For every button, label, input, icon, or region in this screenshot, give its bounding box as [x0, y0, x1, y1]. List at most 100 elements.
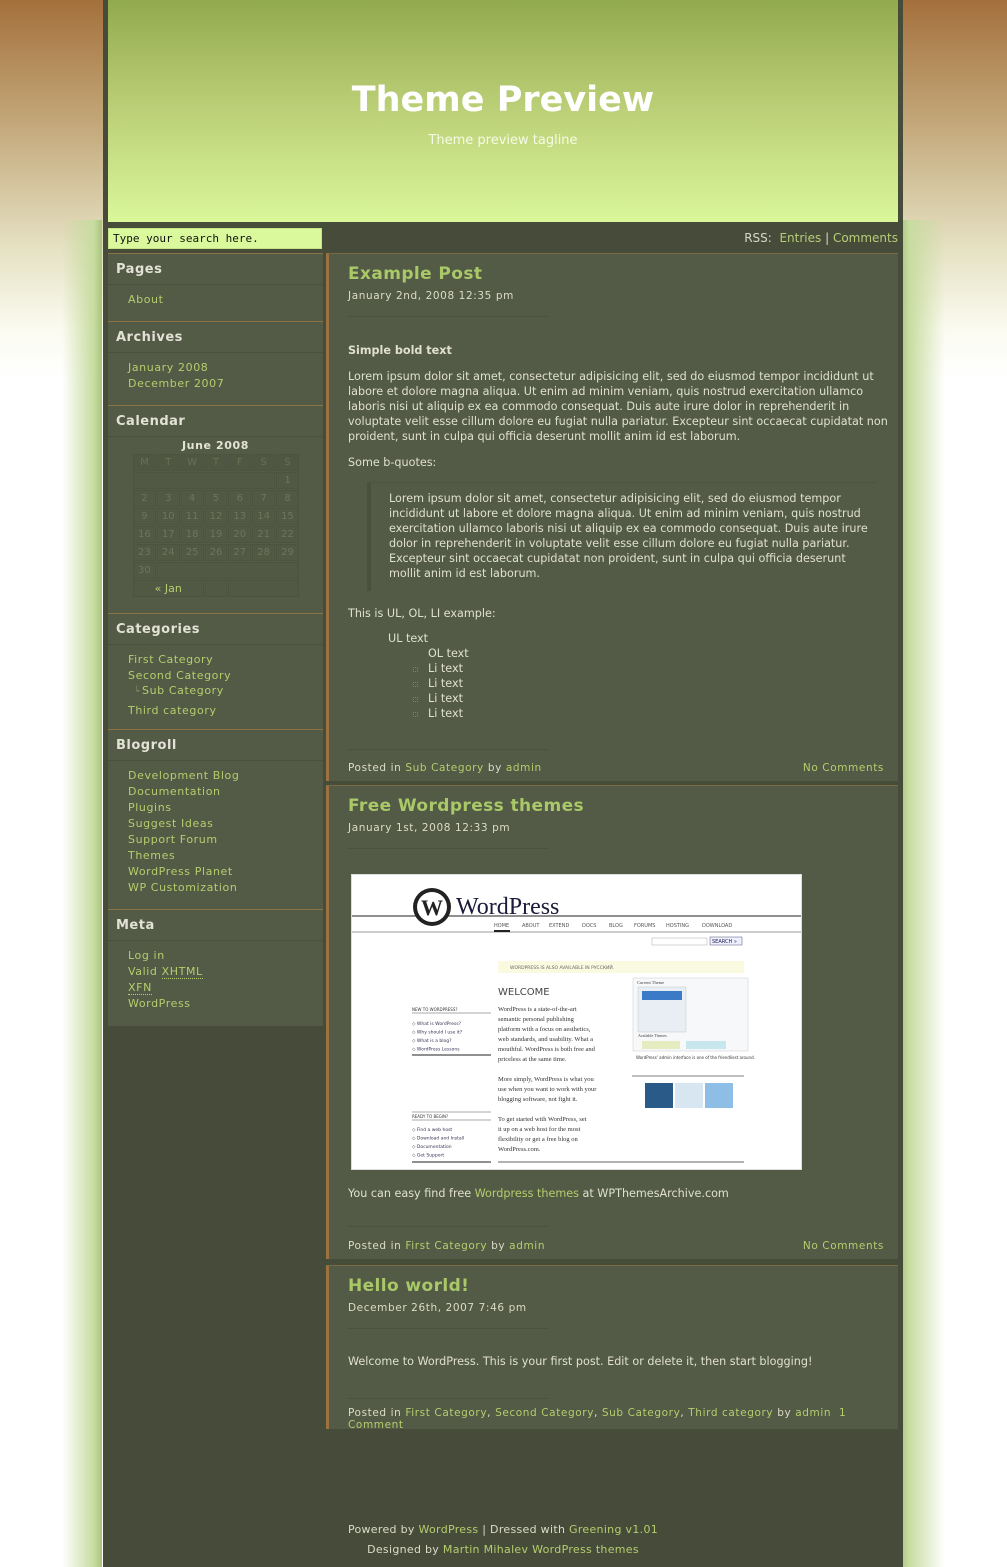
- by-label: by: [777, 1407, 792, 1419]
- shot-list-item: ◇ Why should I use it?: [412, 1030, 463, 1036]
- blogroll-link[interactable]: Suggest Ideas: [128, 817, 214, 830]
- calendar-day: 20: [228, 526, 252, 543]
- blockquote: Lorem ipsum dolor sit amet, consectetur …: [367, 482, 877, 591]
- footer-designer-link[interactable]: Martin Mihalev WordPress themes: [443, 1543, 639, 1556]
- wordpress-screenshot-image: W WordPress HOME ABOUT EXTEND DOCS BLOG FORUM…: [351, 874, 802, 1170]
- calendar-day: 17: [156, 526, 180, 543]
- post-comments-link[interactable]: No Comments: [803, 1240, 884, 1252]
- login-link[interactable]: Log in: [128, 949, 165, 962]
- blogroll-link[interactable]: Development Blog: [128, 769, 239, 782]
- shot-logo-text: WordPress: [456, 894, 559, 920]
- page-glow-left: [62, 220, 102, 1567]
- calendar-week: 30: [133, 562, 299, 579]
- blogroll-link[interactable]: Plugins: [128, 801, 172, 814]
- calendar-day: 6: [228, 490, 252, 507]
- calendar-weekday: T: [204, 454, 228, 471]
- xfn-link[interactable]: XFN: [128, 981, 152, 995]
- site-title[interactable]: Theme Preview: [108, 80, 898, 120]
- list-item: Li text: [413, 691, 888, 706]
- calendar-day: 4: [180, 490, 204, 507]
- post-title[interactable]: Example Post: [348, 264, 482, 284]
- post-author-link[interactable]: admin: [506, 762, 542, 774]
- ol-list: OL text Li text Li text Li text Li text: [413, 646, 888, 721]
- calendar-day: 22: [276, 526, 299, 543]
- page-link-about[interactable]: About: [128, 293, 164, 306]
- blogroll-link[interactable]: Documentation: [128, 785, 221, 798]
- shot-nav-item: EXTEND: [549, 923, 569, 929]
- blogroll-link[interactable]: WP Customization: [128, 881, 237, 894]
- shot-body-line: it up on a web host for the most: [498, 1126, 581, 1133]
- calendar-weekday: T: [156, 454, 180, 471]
- shot-body-line: web standards, and usability. What a: [498, 1036, 593, 1043]
- post-meta: Posted in First Category by admin No Com…: [348, 1240, 884, 1252]
- shot-list-item: ◇ Documentation: [412, 1144, 452, 1150]
- posted-in-label: Posted in: [348, 1240, 402, 1252]
- wordpress-themes-link[interactable]: Wordpress themes: [475, 1187, 579, 1200]
- screenshot-svg: W WordPress HOME ABOUT EXTEND DOCS BLOG FORUM…: [352, 888, 801, 1163]
- post-date: January 2nd, 2008 12:35 pm: [348, 290, 514, 302]
- calendar-day: 23: [133, 544, 156, 561]
- search-input[interactable]: [108, 228, 322, 249]
- post-category-link[interactable]: First Category: [405, 1240, 487, 1252]
- archive-link[interactable]: January 2008: [128, 361, 208, 374]
- rss-entries-link[interactable]: Entries: [779, 231, 821, 245]
- calendar-day: 3: [156, 490, 180, 507]
- calendar-prev-link[interactable]: « Jan: [155, 582, 182, 595]
- shot-nav-item: DOCS: [582, 923, 596, 929]
- calendar-day: 9: [133, 508, 156, 525]
- calendar-day: 15: [276, 508, 299, 525]
- rss-comments-link[interactable]: Comments: [833, 231, 898, 245]
- text: You can easy find free: [348, 1187, 472, 1200]
- post-comments-link[interactable]: No Comments: [803, 762, 884, 774]
- rss-separator: |: [825, 231, 830, 245]
- subcategory-branch-icon: ┕: [134, 687, 141, 697]
- shot-body-line: WordPress.com.: [498, 1146, 541, 1153]
- category-link[interactable]: Sub Category: [142, 684, 224, 697]
- bullet-icon: [413, 712, 418, 717]
- post-category-link[interactable]: First Category: [405, 1407, 487, 1419]
- category-link[interactable]: Third category: [128, 704, 217, 717]
- bold-text: Simple bold text: [348, 344, 452, 357]
- shot-body-line: To get started with WordPress, set: [498, 1116, 587, 1123]
- wordpress-link[interactable]: WordPress: [128, 997, 191, 1010]
- post-category-link[interactable]: Second Category: [495, 1407, 594, 1419]
- valid-xhtml-link[interactable]: Valid XHTML: [128, 965, 203, 979]
- footer-line-2: Designed by Martin Mihalev WordPress the…: [103, 1540, 903, 1560]
- calendar-day: 14: [252, 508, 276, 525]
- calendar-week: 23 24 25 26 27 28 29: [133, 544, 299, 561]
- blogroll-link[interactable]: Themes: [128, 849, 175, 862]
- shot-list-item: ◇ Download and Install: [412, 1136, 464, 1142]
- widget-blogroll: Blogroll Development Blog Documentation …: [108, 729, 323, 896]
- footer-wordpress-link[interactable]: WordPress: [419, 1523, 479, 1536]
- rss-links: RSS: Entries | Comments: [744, 231, 898, 245]
- post-author-link[interactable]: admin: [509, 1240, 545, 1252]
- widget-title: Blogroll: [108, 729, 323, 761]
- calendar-next-cell: [228, 580, 299, 597]
- category-link[interactable]: Second Category: [128, 669, 231, 682]
- post-paragraph: Welcome to WordPress. This is your first…: [348, 1355, 813, 1368]
- post-category-link[interactable]: Sub Category: [405, 762, 484, 774]
- post-author-link[interactable]: admin: [795, 1407, 831, 1419]
- footer-theme-link[interactable]: Greening v1.01: [569, 1523, 658, 1536]
- calendar-weekday: S: [276, 454, 299, 471]
- blogroll-link[interactable]: Support Forum: [128, 833, 218, 846]
- category-link[interactable]: First Category: [128, 653, 213, 666]
- post-title[interactable]: Free Wordpress themes: [348, 796, 584, 816]
- post-category-link[interactable]: Third category: [688, 1407, 773, 1419]
- divider: [348, 749, 548, 750]
- list-item: Li text: [413, 661, 888, 676]
- post-title[interactable]: Hello world!: [348, 1276, 469, 1296]
- widget-meta: Meta Log in Valid XHTML XFN WordPress: [108, 909, 323, 1012]
- svg-text:WordPress' admin interface is: WordPress' admin interface is one of the…: [636, 1055, 755, 1060]
- blogroll-link[interactable]: WordPress Planet: [128, 865, 233, 878]
- page-wrapper: Theme Preview Theme preview tagline RSS:…: [103, 0, 903, 1567]
- calendar-day: 27: [228, 544, 252, 561]
- widget-title: Archives: [108, 321, 323, 353]
- shot-nav-item: HOME: [494, 923, 509, 929]
- shot-body-line: More simply, WordPress is what you: [498, 1076, 594, 1083]
- calendar-weekday: W: [180, 454, 204, 471]
- archive-link[interactable]: December 2007: [128, 377, 224, 390]
- svg-text:WORDPRESS IS ALSO AVAILABLE IN: WORDPRESS IS ALSO AVAILABLE IN РУССКИЙ.: [510, 964, 614, 971]
- divider: [348, 1398, 548, 1399]
- post-category-link[interactable]: Sub Category: [602, 1407, 681, 1419]
